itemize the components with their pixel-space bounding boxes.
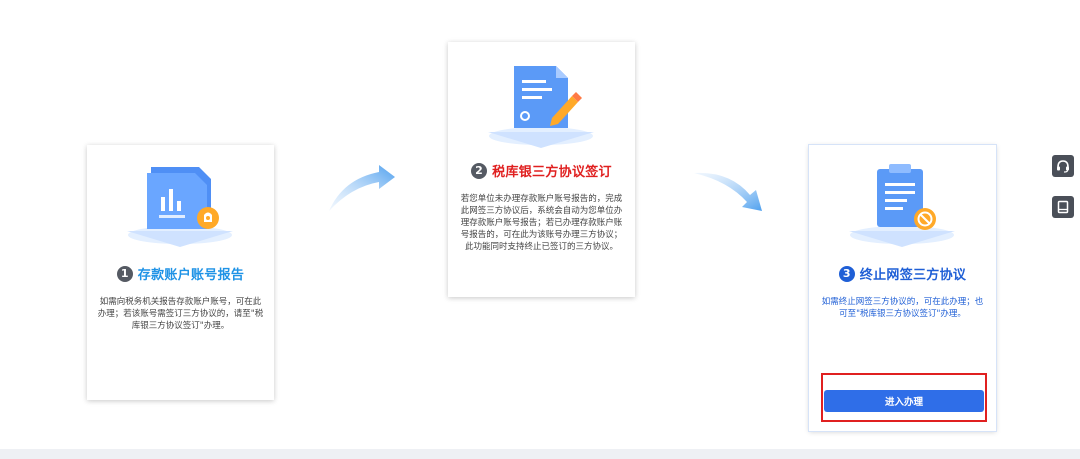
step-card-deposit-account-report[interactable]: 1 存款账户账号报告 如需向税务机关报告存款账户账号，可在此办理；若该账号需签订…	[87, 145, 274, 400]
manual-book-icon[interactable]	[1052, 196, 1074, 218]
step-number-badge: 3	[838, 265, 855, 282]
bank-account-document-icon	[127, 167, 233, 247]
step-title-text: 税库银三方协议签订	[492, 165, 612, 180]
step-number-badge: 1	[116, 265, 133, 282]
step-title: 1 存款账户账号报告	[87, 264, 274, 283]
step-description: 如需向税务机关报告存款账户账号，可在此办理；若该账号需签订三方协议的，请至"税库…	[97, 297, 264, 331]
page: 1 存款账户账号报告 如需向税务机关报告存款账户账号，可在此办理；若该账号需签订…	[0, 0, 1080, 459]
step-title-text: 终止网签三方协议	[859, 268, 967, 283]
step-number-badge: 2	[471, 162, 488, 179]
clipboard-cancel-icon	[849, 164, 955, 247]
flow-arrow-icon	[694, 172, 762, 211]
enter-process-button[interactable]: 进入办理	[824, 390, 984, 412]
step-title: 3 终止网签三方协议	[809, 264, 996, 283]
step-title-text: 存款账户账号报告	[137, 268, 245, 283]
flow-arrow-icon	[329, 165, 395, 211]
step-title: 2 税库银三方协议签订	[448, 161, 635, 180]
document-edit-icon	[488, 66, 594, 148]
step-description: 如需终止网签三方协议的，可在此办理；也可至"税库银三方协议签订"办理。	[821, 297, 984, 319]
bottom-divider	[0, 449, 1080, 459]
step-description: 若您单位未办理存款账户账号报告的，完成此网签三方协议后，系统会自动为您单位办理存…	[460, 194, 623, 252]
headset-support-icon[interactable]	[1052, 155, 1074, 177]
step-card-tripartite-agreement-sign[interactable]: 2 税库银三方协议签订 若您单位未办理存款账户账号报告的，完成此网签三方协议后，…	[448, 42, 635, 297]
